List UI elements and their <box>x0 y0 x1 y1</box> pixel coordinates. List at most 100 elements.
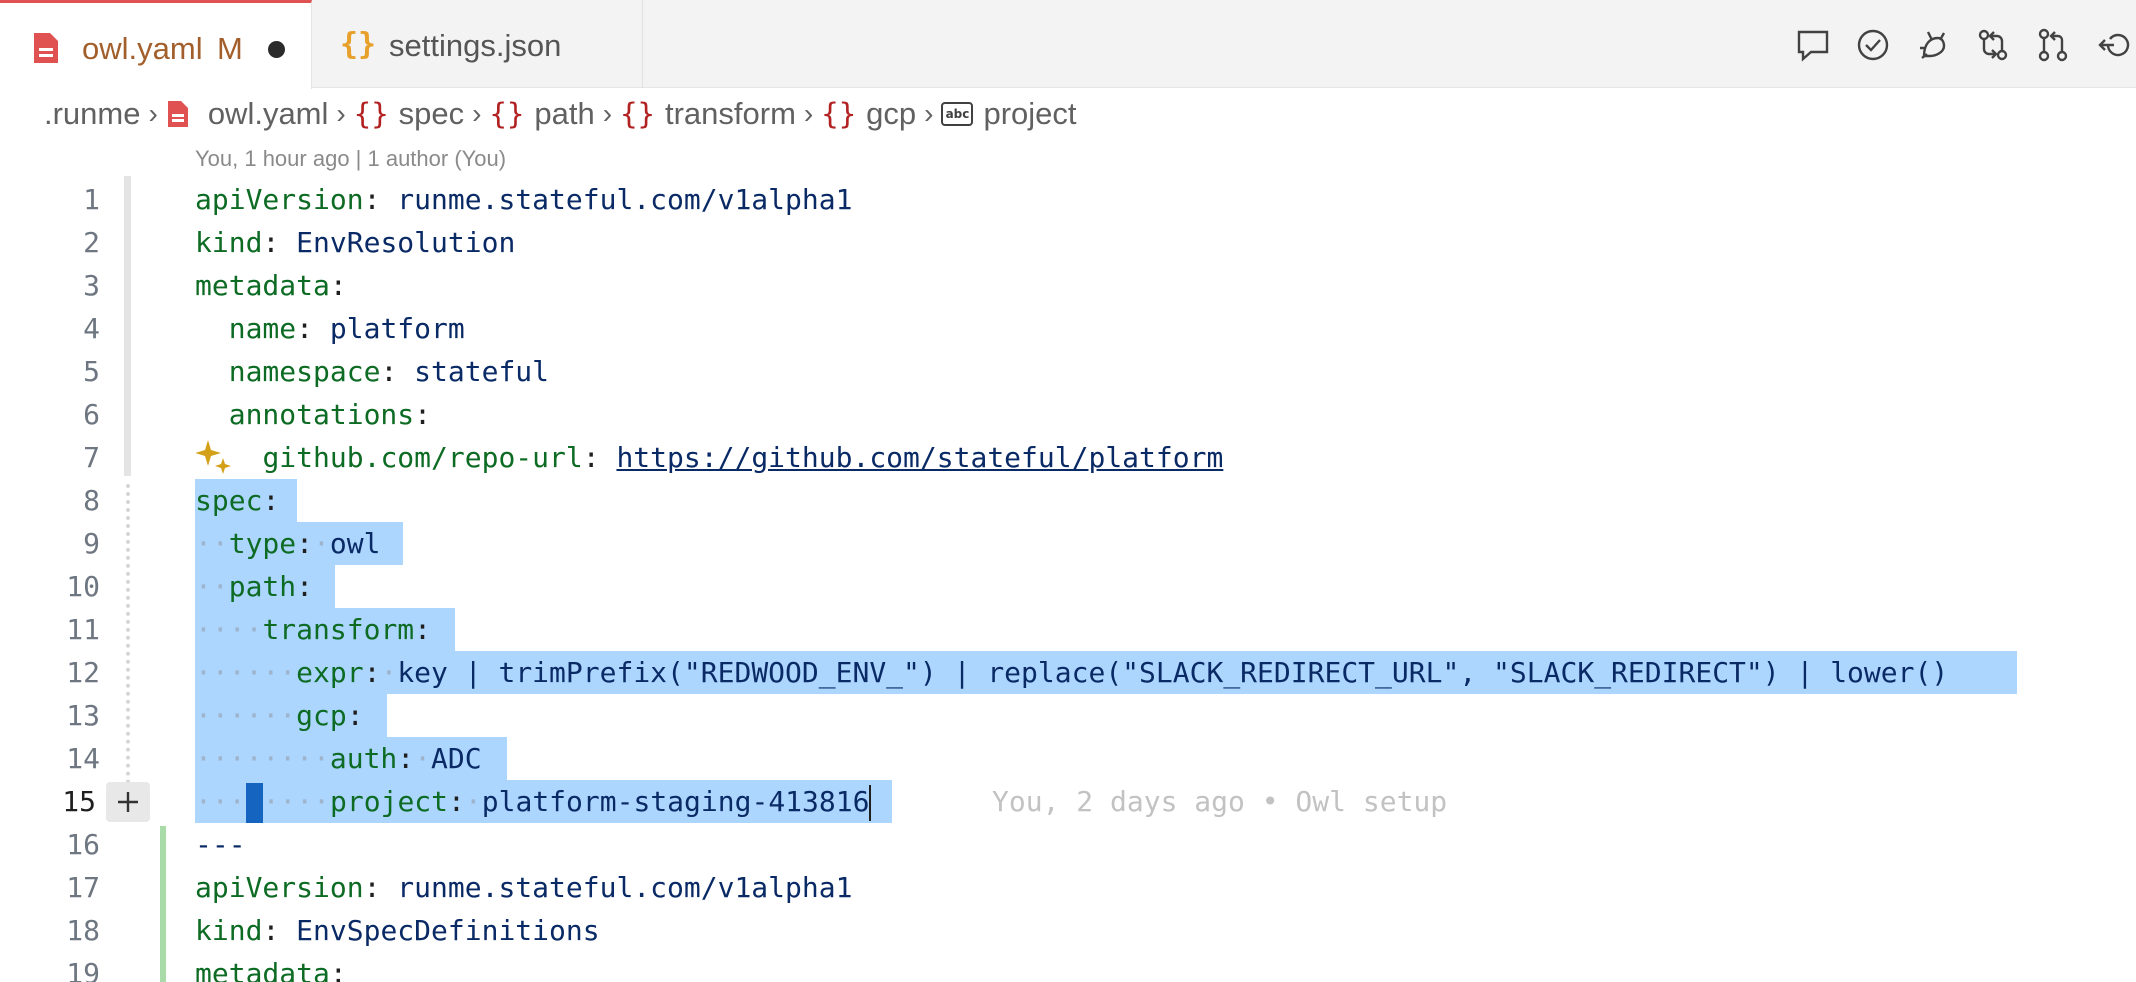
breadcrumb-label: project <box>983 96 1077 131</box>
chevron-right-icon: › <box>924 98 934 129</box>
code-editor[interactable]: 1 apiVersion: runme.stateful.com/v1alpha… <box>0 176 2136 982</box>
line-number: 5 <box>83 355 100 388</box>
yaml-value: stateful <box>414 355 550 388</box>
line-number: 16 <box>66 828 100 861</box>
line-number: 17 <box>66 871 100 904</box>
code-line: 17 apiVersion: runme.stateful.com/v1alph… <box>0 866 2136 909</box>
code-line-current: 15 ··· ····project:·platform-staging-4138… <box>0 780 2136 823</box>
line-number: 11 <box>66 613 100 646</box>
line-number: 7 <box>83 441 100 474</box>
chevron-right-icon: › <box>803 98 814 129</box>
yaml-document-separator: --- <box>195 828 246 861</box>
tab-bar: owl.yaml M {} settings.json <box>0 0 2136 89</box>
code-line: 16 --- <box>0 823 2136 866</box>
yaml-key: github.com/repo-url <box>262 441 583 474</box>
yaml-value: key | trimPrefix("REDWOOD_ENV_") | repla… <box>397 656 1949 689</box>
yaml-value: ADC <box>431 742 482 775</box>
object-icon: {} <box>620 97 655 131</box>
check-circle-icon[interactable] <box>1850 22 1896 68</box>
yaml-value: owl <box>329 527 381 560</box>
tab-label: settings.json <box>389 28 562 63</box>
line-number: 13 <box>66 699 100 732</box>
line-number: 1 <box>83 183 100 216</box>
breadcrumb: .runme › owl.yaml › {} spec › {} path › {}… <box>44 94 1077 134</box>
code-line: 7 github.com/repo-url: https://github.co… <box>0 436 2136 479</box>
code-line: 10 ··path: <box>0 565 2136 608</box>
line-number: 19 <box>66 957 100 982</box>
chevron-right-icon: › <box>602 98 613 129</box>
line-number: 3 <box>83 269 100 302</box>
yaml-key: metadata <box>195 269 330 302</box>
breadcrumb-path[interactable]: {} path <box>489 96 594 132</box>
code-line: 3 metadata: <box>0 264 2136 307</box>
code-line: 8 spec: <box>0 479 2136 522</box>
yaml-key: type <box>228 527 297 560</box>
text-caret <box>869 785 872 821</box>
code-line: 9 ··type:·owl <box>0 522 2136 565</box>
pull-request-icon[interactable] <box>2030 22 2076 68</box>
unsaved-dot-icon[interactable] <box>268 41 285 58</box>
breadcrumb-spec[interactable]: {} spec <box>354 96 464 132</box>
line-number: 6 <box>83 398 100 431</box>
plus-icon <box>118 792 138 812</box>
line-number: 8 <box>83 484 100 517</box>
breadcrumb-label: gcp <box>866 96 917 131</box>
object-icon: {} <box>821 97 857 131</box>
line-number: 15 <box>62 785 96 818</box>
yaml-key: namespace <box>228 355 381 388</box>
breadcrumb-root[interactable]: .runme <box>44 96 140 132</box>
add-comment-button[interactable] <box>106 782 150 822</box>
comment-icon[interactable] <box>1790 22 1836 68</box>
breadcrumb-transform[interactable]: {} transform <box>620 96 796 132</box>
yaml-file-icon <box>167 101 188 127</box>
yaml-value: EnvResolution <box>296 226 516 259</box>
yaml-key: kind <box>195 226 263 259</box>
breadcrumb-label: transform <box>664 96 796 131</box>
object-icon: {} <box>353 97 389 131</box>
inline-blame: You, 2 days ago • Owl setup <box>992 785 1448 818</box>
tab-label: owl.yaml <box>82 31 203 66</box>
line-number: 14 <box>66 742 100 775</box>
yaml-key: kind <box>195 914 263 947</box>
tab-settings-json[interactable]: {} settings.json <box>312 0 643 88</box>
yaml-key: path <box>228 570 297 603</box>
line-number: 18 <box>66 914 100 947</box>
yaml-value: EnvSpecDefinitions <box>296 914 600 947</box>
yaml-key: expr <box>296 656 364 689</box>
yaml-value: runme.stateful.com/v1alpha1 <box>397 871 853 904</box>
line-number: 4 <box>83 312 100 345</box>
code-line: 5 namespace: stateful <box>0 350 2136 393</box>
code-line: 12 ······expr:·key | trimPrefix("REDWOOD… <box>0 651 2136 694</box>
repo-url-link[interactable]: https://github.com/stateful/platform <box>616 441 1223 474</box>
breadcrumb-file[interactable]: owl.yaml <box>166 96 329 132</box>
yaml-key: spec <box>195 484 263 517</box>
revert-icon[interactable] <box>2090 22 2136 68</box>
yaml-value: platform-staging-413816 <box>481 785 870 818</box>
breadcrumb-gcp[interactable]: {} gcp <box>821 96 916 132</box>
breadcrumb-label: path <box>534 96 595 131</box>
yaml-key: metadata <box>195 957 330 982</box>
line-number: 9 <box>83 527 100 560</box>
compare-changes-icon[interactable] <box>1970 22 2016 68</box>
debug-bug-icon[interactable] <box>1910 22 1956 68</box>
yaml-key: apiVersion <box>195 183 364 216</box>
chevron-right-icon: › <box>336 98 346 129</box>
code-line: 1 apiVersion: runme.stateful.com/v1alpha… <box>0 178 2136 221</box>
code-line: 6 annotations: <box>0 393 2136 436</box>
editor-actions <box>1776 22 2136 70</box>
yaml-key: transform <box>262 613 415 646</box>
breadcrumb-project[interactable]: abc project <box>941 96 1077 132</box>
object-icon: {} <box>489 97 525 131</box>
line-number: 12 <box>66 656 100 689</box>
tab-owl-yaml[interactable]: owl.yaml M <box>0 0 312 89</box>
yaml-value: platform <box>329 312 465 345</box>
code-line: 19 metadata: <box>0 952 2136 982</box>
chevron-right-icon: › <box>472 98 482 129</box>
code-line: 13 ······gcp: <box>0 694 2136 737</box>
chevron-right-icon: › <box>148 98 158 129</box>
yaml-file-icon <box>34 33 58 63</box>
codelens-blame[interactable]: You, 1 hour ago | 1 author (You) <box>195 146 506 172</box>
yaml-key: project <box>330 785 449 818</box>
code-line: 14 ········auth:·ADC <box>0 737 2136 780</box>
breadcrumb-file-label: owl.yaml <box>207 96 329 131</box>
